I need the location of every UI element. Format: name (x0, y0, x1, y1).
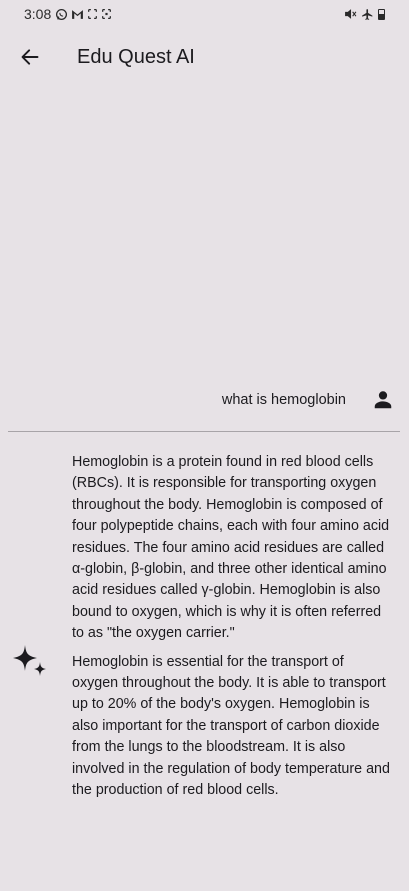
status-left: 3:08 (24, 6, 112, 22)
person-icon (371, 388, 395, 412)
app-title: Edu Quest AI (77, 45, 195, 68)
status-bar: 3:08 (0, 0, 409, 28)
back-button[interactable] (10, 37, 50, 77)
screenshot-icon (102, 9, 112, 19)
screen-record-icon (88, 9, 98, 19)
app-bar: Edu Quest AI (0, 28, 409, 86)
ai-paragraph: Hemoglobin is a protein found in red blo… (72, 454, 390, 642)
battery-icon (378, 8, 385, 20)
arrow-back-icon (21, 49, 39, 65)
mute-icon (345, 9, 357, 19)
sparkle-icon (13, 645, 46, 676)
gmail-icon (72, 9, 84, 19)
status-time: 3:08 (24, 6, 52, 22)
user-message-text: what is hemoglobin (221, 392, 346, 408)
ai-response-text: Hemoglobin is a protein found in red blo… (72, 452, 390, 809)
whatsapp-icon (56, 8, 68, 20)
app-screen: 3:08 Edu Quest AI what is hemoglobin Hem… (0, 0, 409, 891)
ai-paragraph: Hemoglobin is essential for the transpor… (72, 653, 390, 799)
airplane-mode-icon (362, 8, 373, 20)
user-message-row: what is hemoglobin (0, 384, 409, 416)
notification-icons (55, 8, 112, 21)
message-divider (8, 431, 400, 432)
status-right (344, 8, 385, 21)
